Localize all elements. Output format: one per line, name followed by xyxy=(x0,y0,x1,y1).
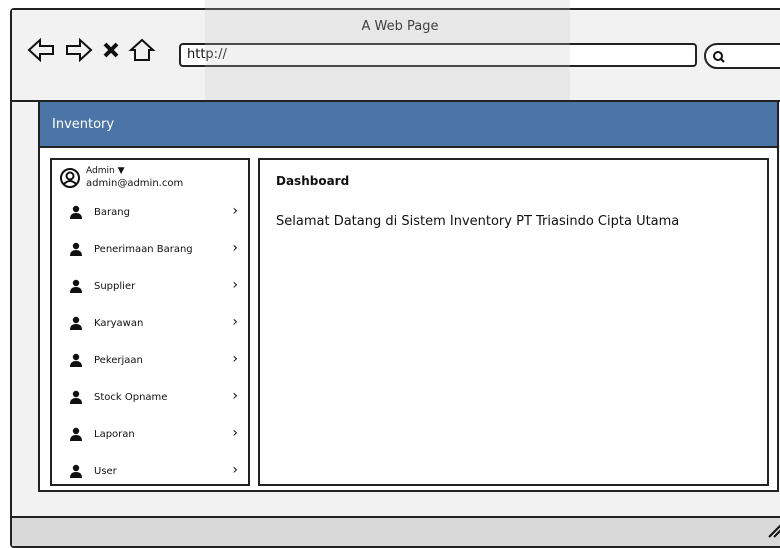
menu-list: Barang › Penerimaan Barang › Supplier › … xyxy=(52,194,248,490)
chevron-right-icon: › xyxy=(232,351,238,367)
person-icon xyxy=(70,279,82,296)
user-profile[interactable]: Admin ▼ admin@admin.com xyxy=(52,160,248,194)
sidebar-item-label: User xyxy=(94,466,117,477)
sidebar-item-label: Pekerjaan xyxy=(94,355,143,366)
sidebar-item-pekerjaan[interactable]: Pekerjaan › xyxy=(52,342,248,379)
sidebar-item-penerimaan-barang[interactable]: Penerimaan Barang › xyxy=(52,231,248,268)
sidebar-item-user[interactable]: User › xyxy=(52,453,248,490)
address-bar[interactable]: http:// xyxy=(179,43,697,67)
back-arrow-icon[interactable] xyxy=(26,37,56,63)
navigation-controls xyxy=(26,37,156,63)
browser-toolbar: A Web Page http:// xyxy=(12,10,780,102)
app-header: Inventory xyxy=(40,102,777,148)
user-avatar-icon xyxy=(60,168,80,192)
main-panel: Dashboard Selamat Datang di Sistem Inven… xyxy=(258,158,769,486)
sidebar-item-stock-opname[interactable]: Stock Opname › xyxy=(52,379,248,416)
person-icon xyxy=(70,353,82,370)
person-icon xyxy=(70,427,82,444)
person-icon xyxy=(70,390,82,407)
chevron-right-icon: › xyxy=(232,388,238,404)
sidebar-item-label: Laporan xyxy=(94,429,135,440)
sidebar-item-label: Stock Opname xyxy=(94,392,168,403)
window-title: A Web Page xyxy=(361,19,439,34)
chevron-right-icon: › xyxy=(232,314,238,330)
sidebar-item-label: Barang xyxy=(94,207,130,218)
sidebar-item-karyawan[interactable]: Karyawan › xyxy=(52,305,248,342)
welcome-text: Selamat Datang di Sistem Inventory PT Tr… xyxy=(276,214,680,229)
person-icon xyxy=(70,242,82,259)
resize-grip-icon[interactable] xyxy=(768,523,780,542)
sidebar-item-label: Karyawan xyxy=(94,318,144,329)
user-name: Admin ▼ xyxy=(86,166,125,176)
sidebar: Admin ▼ admin@admin.com Barang › Penerim… xyxy=(50,158,250,486)
forward-arrow-icon[interactable] xyxy=(64,37,94,63)
sidebar-item-laporan[interactable]: Laporan › xyxy=(52,416,248,453)
page-title: Dashboard xyxy=(276,174,350,188)
user-email: admin@admin.com xyxy=(86,178,184,189)
caret-down-icon: ▼ xyxy=(117,166,125,176)
close-icon[interactable] xyxy=(102,41,120,59)
search-button[interactable] xyxy=(704,43,780,69)
inventory-app: Inventory Admin ▼ admin@admin.com Barang… xyxy=(38,100,779,492)
chevron-right-icon: › xyxy=(232,240,238,256)
sidebar-item-label: Supplier xyxy=(94,281,136,292)
sidebar-item-barang[interactable]: Barang › xyxy=(52,194,248,231)
chevron-right-icon: › xyxy=(232,425,238,441)
home-icon[interactable] xyxy=(128,37,156,63)
person-icon xyxy=(70,464,82,481)
sidebar-item-label: Penerimaan Barang xyxy=(94,244,193,255)
chevron-right-icon: › xyxy=(232,277,238,293)
chevron-right-icon: › xyxy=(232,462,238,478)
person-icon xyxy=(70,205,82,222)
person-icon xyxy=(70,316,82,333)
chevron-right-icon: › xyxy=(232,203,238,219)
sidebar-item-supplier[interactable]: Supplier › xyxy=(52,268,248,305)
